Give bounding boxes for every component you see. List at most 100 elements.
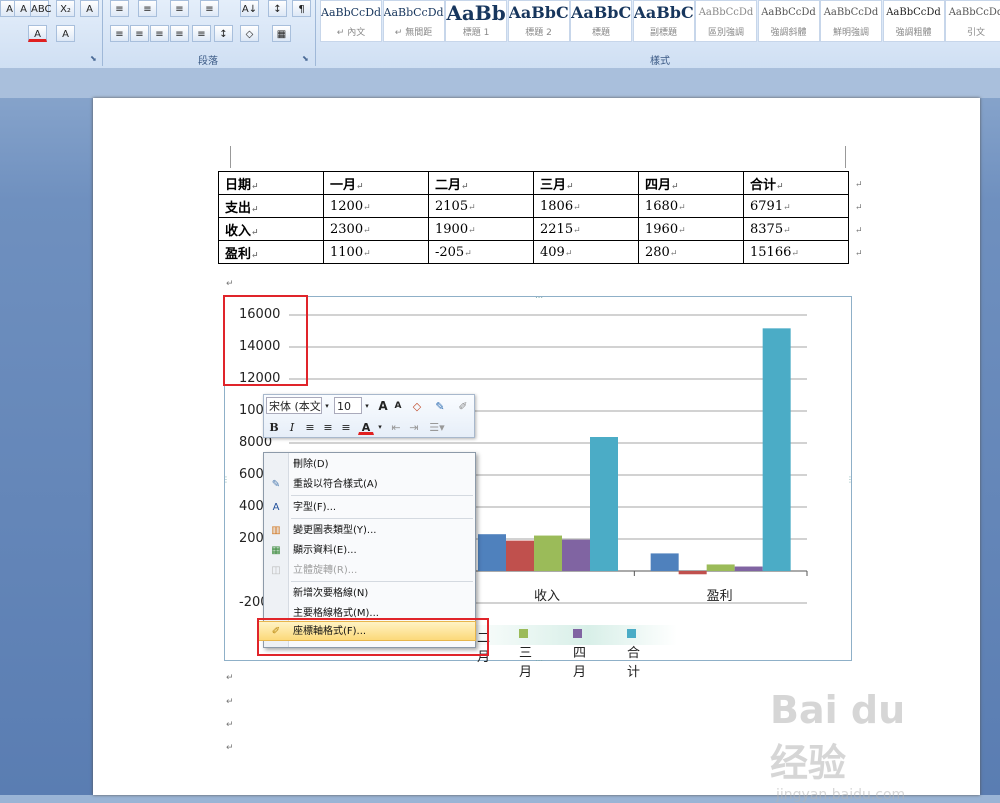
increase-indent-icon[interactable]: ⇥ <box>406 418 422 435</box>
ribbon-button-3[interactable]: ABC <box>30 0 52 17</box>
bar-盈利-一月[interactable] <box>650 553 679 571</box>
style-tile[interactable]: AaBbCcDd ↵ 內文 <box>320 0 382 42</box>
ribbon-button-10[interactable]: A↓ <box>240 0 259 17</box>
format-painter-icon[interactable]: ✐ <box>454 397 472 414</box>
table-cell[interactable]: 1680↵ <box>638 194 744 218</box>
style-tile[interactable]: AaBbC 副標題 <box>632 0 695 42</box>
bar-盈利-三月[interactable] <box>706 564 735 571</box>
paragraph-button-2[interactable]: ≡ <box>130 25 149 42</box>
paragraph-button-3[interactable]: ≡ <box>150 25 169 42</box>
bar-收入-合计[interactable] <box>590 437 618 571</box>
table-cell[interactable]: 15166↵ <box>743 240 849 264</box>
ribbon-button-9[interactable]: ≡ <box>200 0 219 17</box>
table-cell[interactable]: 280↵ <box>638 240 744 264</box>
resize-handle[interactable]: ⋮ <box>222 475 230 484</box>
resize-handle[interactable]: ⋯ <box>535 293 543 302</box>
table-cell[interactable]: 二月↵ <box>428 171 534 195</box>
resize-handle[interactable]: ⋮ <box>846 475 854 484</box>
paragraph-button-8[interactable]: ▦ <box>272 25 291 42</box>
data-table[interactable]: 日期↵ 一月↵ 二月↵ 三月↵ 四月↵ 合计↵ ↵ 支出↵ 1200↵ 2105↵ 1806↵ 168… <box>218 171 870 264</box>
highlight-button[interactable]: A <box>56 25 75 42</box>
font-color-button[interactable]: A <box>28 25 47 42</box>
menu-item[interactable]: A 字型(F)... <box>265 498 474 518</box>
table-cell[interactable]: 日期↵ <box>218 171 324 195</box>
style-tile[interactable]: AaBbCcDd ↵ 無間距 <box>382 0 445 42</box>
ribbon-button-4[interactable]: X₂ <box>56 0 75 17</box>
bar-盈利-四月[interactable] <box>734 566 763 571</box>
ribbon-button-5[interactable]: A <box>80 0 99 17</box>
style-tile[interactable]: AaBbC 標題 2 <box>507 0 570 42</box>
menu-item[interactable]: 刪除(D) <box>265 455 474 475</box>
table-cell[interactable]: 三月↵ <box>533 171 639 195</box>
table-cell[interactable]: -205↵ <box>428 240 534 264</box>
legend-entry[interactable]: 三月 <box>519 627 532 680</box>
paragraph-dialog-launcher-icon[interactable]: ⬊ <box>302 54 309 63</box>
paragraph-button-4[interactable]: ≡ <box>170 25 189 42</box>
table-cell[interactable]: 1960↵ <box>638 217 744 241</box>
legend-entry[interactable]: 合计 <box>627 627 640 680</box>
menu-item[interactable]: ▦ 顯示資料(E)... <box>265 541 474 561</box>
ribbon-button-7[interactable]: ≡ <box>138 0 157 17</box>
table-cell[interactable]: 1806↵ <box>533 194 639 218</box>
table-cell[interactable]: 2300↵ <box>323 217 429 241</box>
ribbon-button-11[interactable]: ↕ <box>268 0 287 17</box>
table-cell[interactable]: 盈利↵ <box>218 240 324 264</box>
font-name-box[interactable]: 宋体 (本文 <box>266 397 322 414</box>
ribbon-button-6[interactable]: ≡ <box>110 0 129 17</box>
bar-收入-二月[interactable] <box>506 540 534 571</box>
bar-收入-一月[interactable] <box>478 534 506 571</box>
paragraph-button-6[interactable]: ↕ <box>214 25 233 42</box>
ribbon-button-12[interactable]: ¶ <box>292 0 311 17</box>
grow-font-icon[interactable]: A <box>375 397 391 414</box>
table-cell[interactable]: 一月↵ <box>323 171 429 195</box>
bullets-icon[interactable]: ☰▾ <box>426 418 448 435</box>
resize-handle[interactable]: ⋯ <box>535 656 543 665</box>
menu-item[interactable]: ✎ 重設以符合樣式(A) <box>265 475 474 495</box>
font-size-dropdown-icon[interactable]: ▾ <box>362 397 372 414</box>
table-cell[interactable]: 6791↵ <box>743 194 849 218</box>
align-right-icon[interactable]: ≡ <box>338 418 354 435</box>
table-cell[interactable]: 四月↵ <box>638 171 744 195</box>
bold-button[interactable]: B <box>266 418 282 435</box>
table-cell[interactable]: 1900↵ <box>428 217 534 241</box>
bar-盈利-合计[interactable] <box>762 328 791 571</box>
table-cell[interactable]: 收入↵ <box>218 217 324 241</box>
fill-color-icon[interactable]: ◇ <box>407 397 427 414</box>
paragraph-button-1[interactable]: ≡ <box>110 25 129 42</box>
bar-收入-三月[interactable] <box>534 535 562 571</box>
paragraph-button-5[interactable]: ≡ <box>192 25 211 42</box>
align-left-icon[interactable]: ≡ <box>302 418 318 435</box>
menu-item[interactable]: ▥ 變更圖表類型(Y)... <box>265 521 474 541</box>
decrease-indent-icon[interactable]: ⇤ <box>388 418 404 435</box>
table-cell[interactable]: 2105↵ <box>428 194 534 218</box>
menu-item[interactable]: 新增次要格線(N) <box>265 584 474 604</box>
style-tile[interactable]: AaBbCcDd 強調粗體 <box>882 0 945 42</box>
table-cell[interactable]: 1100↵ <box>323 240 429 264</box>
ribbon-button-8[interactable]: ≡ <box>170 0 189 17</box>
table-cell[interactable]: 2215↵ <box>533 217 639 241</box>
style-tile[interactable]: AaBbCcDd 區別強調 <box>695 0 757 42</box>
bar-盈利-二月[interactable] <box>678 571 707 575</box>
bar-收入-四月[interactable] <box>562 539 590 571</box>
table-cell[interactable]: 409↵ <box>533 240 639 264</box>
legend-entry[interactable]: 四月 <box>573 627 586 680</box>
table-cell[interactable]: 合计↵ <box>743 171 849 195</box>
italic-button[interactable]: I <box>284 418 300 435</box>
table-cell[interactable]: 8375↵ <box>743 217 849 241</box>
font-size-box[interactable]: 10 <box>334 397 362 414</box>
highlight-pen-icon[interactable]: ✎ <box>429 397 451 414</box>
table-cell[interactable]: 支出↵ <box>218 194 324 218</box>
style-tile[interactable]: AaBb 標題 1 <box>445 0 507 42</box>
align-center-icon[interactable]: ≡ <box>320 418 336 435</box>
font-name-dropdown-icon[interactable]: ▾ <box>322 397 332 414</box>
font-color-button[interactable]: A <box>358 418 374 435</box>
style-tile[interactable]: AaBbCcDd 強調斜體 <box>757 0 820 42</box>
font-dialog-launcher-icon[interactable]: ⬊ <box>90 54 97 63</box>
style-tile[interactable]: AaBbC 標題 <box>570 0 632 42</box>
shrink-font-icon[interactable]: A <box>391 397 405 414</box>
style-tile[interactable]: AaBbCcDd 鮮明強調 <box>820 0 882 42</box>
table-cell[interactable]: 1200↵ <box>323 194 429 218</box>
style-tile[interactable]: AaBbCcDd 引文 <box>945 0 1000 42</box>
font-color-dropdown-icon[interactable]: ▾ <box>376 418 384 435</box>
paragraph-button-7[interactable]: ◇ <box>240 25 259 42</box>
